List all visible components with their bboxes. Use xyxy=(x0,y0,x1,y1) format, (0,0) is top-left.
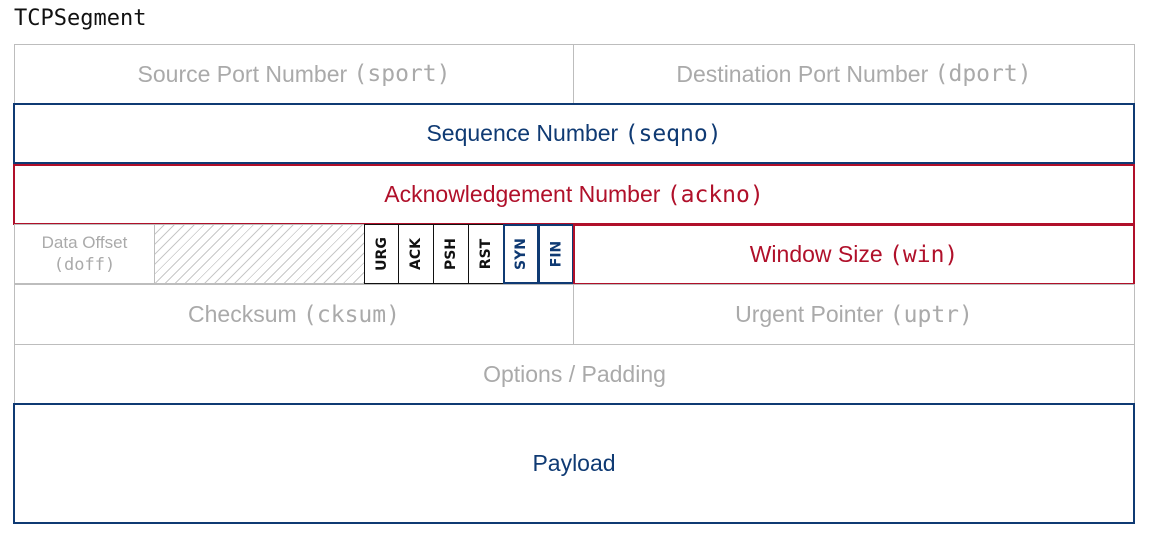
diagram-title: TCPSegment xyxy=(14,6,147,31)
data-offset-code: (doff) xyxy=(53,255,116,275)
acknowledgement-number-code: (ackno) xyxy=(666,181,764,208)
window-size-code: (win) xyxy=(889,241,959,268)
flag-syn: SYN xyxy=(503,224,539,284)
checksum-label: Checksum xyxy=(188,301,297,327)
checksum-code: (cksum) xyxy=(303,301,400,328)
source-port-field: Source Port Number (sport) xyxy=(14,44,574,104)
payload-label: Payload xyxy=(532,450,616,476)
flag-psh-label: PSH xyxy=(443,237,459,271)
flag-urg-label: URG xyxy=(373,237,390,271)
flag-psh: PSH xyxy=(433,224,469,284)
checksum-field: Checksum (cksum) xyxy=(14,284,574,345)
flag-fin: FIN xyxy=(538,224,574,284)
acknowledgement-number-field: Acknowledgement Number (ackno) xyxy=(13,164,1135,225)
flag-ack-label: ACK xyxy=(408,238,424,270)
flag-rst-label: RST xyxy=(477,238,494,270)
flag-rst: RST xyxy=(468,224,504,284)
urgent-pointer-field: Urgent Pointer (uptr) xyxy=(573,284,1135,345)
urgent-pointer-label: Urgent Pointer xyxy=(735,301,884,327)
source-port-label: Source Port Number xyxy=(137,60,348,87)
source-port-code: (sport) xyxy=(353,61,451,87)
flag-syn-label: SYN xyxy=(513,238,529,270)
options-padding-field: Options / Padding xyxy=(14,344,1135,405)
options-padding-label: Options / Padding xyxy=(483,361,666,387)
sequence-number-code: (seqno) xyxy=(624,120,722,147)
acknowledgement-number-label: Acknowledgement Number xyxy=(384,181,661,207)
flag-urg: URG xyxy=(364,224,399,284)
sequence-number-label: Sequence Number xyxy=(426,120,619,146)
destination-port-code: (dport) xyxy=(934,61,1032,87)
flag-ack: ACK xyxy=(398,224,434,284)
reserved-bits-hatch xyxy=(154,224,365,284)
destination-port-field: Destination Port Number (dport) xyxy=(573,44,1135,104)
window-size-field: Window Size (win) xyxy=(573,224,1135,285)
urgent-pointer-code: (uptr) xyxy=(889,301,973,328)
window-size-label: Window Size xyxy=(749,241,883,267)
destination-port-label: Destination Port Number xyxy=(676,60,929,87)
data-offset-field: Data Offset (doff) xyxy=(14,224,155,284)
data-offset-label: Data Offset xyxy=(41,233,128,252)
payload-field: Payload xyxy=(13,403,1135,524)
sequence-number-field: Sequence Number (seqno) xyxy=(13,103,1135,164)
flag-fin-label: FIN xyxy=(548,240,564,268)
